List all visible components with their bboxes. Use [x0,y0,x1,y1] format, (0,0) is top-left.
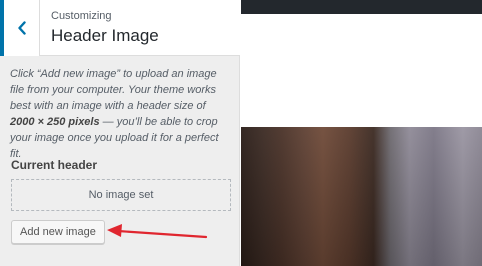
preview-topbar [241,0,482,14]
panel-title: Header Image [51,26,159,45]
placeholder-text: No image set [88,189,154,201]
customizing-label: Customizing [51,10,112,22]
current-header-placeholder: No image set [11,179,231,211]
back-button[interactable] [0,0,40,56]
site-preview [241,0,482,266]
current-header-label: Current header [11,158,98,172]
add-new-image-button[interactable]: Add new image [11,220,105,244]
chevron-left-icon [17,21,27,35]
panel-header: Customizing Header Image [0,0,240,56]
customizer-panel: Customizing Header Image Click “Add new … [0,0,240,266]
header-image-description: Click “Add new image” to upload an image… [10,66,232,162]
preview-header-image [241,127,482,266]
description-text-1: Click “Add new image” to upload an image… [10,68,217,112]
description-size: 2000 × 250 pixels [10,116,100,128]
